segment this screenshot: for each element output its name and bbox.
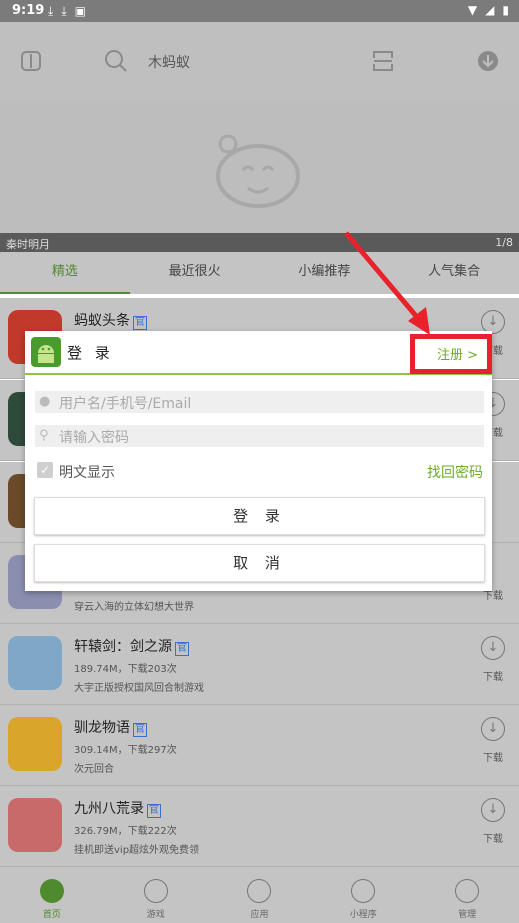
official-badge: 官 (133, 316, 147, 330)
list-item[interactable]: 驯龙物语官 309.14M，下载297次 次元回合 ↓ 下载 (0, 705, 519, 786)
wifi-icon: ▼ (467, 3, 478, 17)
nav-label: 管理 (458, 910, 477, 920)
official-badge: 官 (133, 723, 147, 737)
annotation-highlight-box (410, 334, 492, 374)
android-icon (31, 337, 61, 367)
search-icon[interactable] (104, 49, 128, 73)
banner-image[interactable] (0, 100, 519, 233)
username-placeholder: 用户名/手机号/Email (59, 396, 192, 412)
download-button-icon[interactable]: ↓ (481, 717, 505, 741)
app-title: 轩辕剑：剑之源 (74, 639, 172, 655)
app-title: 九州八荒录 (74, 801, 144, 817)
android-icon (39, 879, 64, 903)
nav-label: 游戏 (146, 910, 165, 920)
bottom-navigation: 首页 游戏 应用 小程序 管理 (0, 866, 519, 923)
status-bar: 9:19 ⤓ ⤓ ▣ ▼ ◢ ▮ (0, 0, 519, 22)
placeholder-mascot-icon (216, 134, 300, 208)
scan-icon[interactable] (372, 50, 394, 72)
leaf-icon (351, 879, 376, 903)
top-bar: 木蚂蚁 (0, 22, 519, 100)
login-button[interactable]: 登 录 (34, 497, 485, 535)
show-password-checkbox[interactable]: ✓ (37, 462, 53, 478)
download-label[interactable]: 下载 (483, 668, 503, 683)
dialog-title: 登 录 (67, 344, 114, 362)
forgot-password-link[interactable]: 找回密码 (427, 462, 483, 482)
nav-label: 小程序 (349, 910, 377, 920)
app-description: 大宇正版授权国风回合制游戏 (74, 683, 204, 694)
app-icon (8, 798, 62, 852)
list-item[interactable]: 轩辕剑：剑之源官 189.74M，下载203次 大宇正版授权国风回合制游戏 ↓ … (0, 624, 519, 705)
download-icon: ⤓ (48, 4, 54, 18)
app-description: 穿云入海的立体幻想大世界 (74, 602, 194, 613)
banner-page-indicator: 1/8 (495, 236, 513, 249)
download-icon: ⤓ (61, 4, 67, 18)
app-meta: 326.79M，下载222次 (74, 826, 177, 837)
ghost-icon (143, 879, 168, 903)
nav-home[interactable]: 首页 (0, 867, 104, 923)
a-icon: ▣ (74, 4, 86, 18)
book-icon[interactable] (20, 50, 42, 72)
app-title: 驯龙物语 (74, 720, 130, 736)
search-input[interactable]: 木蚂蚁 (148, 52, 190, 72)
app-meta: 309.14M，下载297次 (74, 745, 177, 756)
banner-caption: 秦时明月 (6, 238, 50, 251)
nav-games[interactable]: 游戏 (104, 867, 208, 923)
key-icon: ⚲ (39, 428, 49, 443)
apps-icon (247, 879, 272, 903)
app-title: 蚂蚁头条 (74, 313, 130, 329)
nav-mini-programs[interactable]: 小程序 (311, 867, 415, 923)
official-badge: 官 (175, 642, 189, 656)
nav-manage[interactable]: 管理 (415, 867, 519, 923)
tab-trending[interactable]: 最近很火 (130, 252, 260, 294)
app-icon (8, 636, 62, 690)
app-description: 挂机即送vip超炫外观免费领 (74, 845, 200, 856)
user-icon: ● (39, 394, 51, 409)
tab-featured[interactable]: 精选 (0, 252, 130, 294)
menu-icon (455, 879, 480, 903)
list-item[interactable]: 九州八荒录官 326.79M，下载222次 挂机即送vip超炫外观免费领 ↓ 下… (0, 786, 519, 867)
app-description: 次元回合 (74, 764, 114, 775)
username-field[interactable]: ● 用户名/手机号/Email (35, 391, 484, 413)
download-manager-icon[interactable] (476, 49, 500, 73)
download-label[interactable]: 下载 (483, 830, 503, 845)
status-time: 9:19 (12, 3, 45, 18)
app-meta: 189.74M，下载203次 (74, 664, 177, 675)
download-label[interactable]: 下载 (483, 749, 503, 764)
download-button-icon[interactable]: ↓ (481, 636, 505, 660)
app-icon (8, 717, 62, 771)
cancel-button[interactable]: 取 消 (34, 544, 485, 582)
official-badge: 官 (147, 804, 161, 818)
signal-icon: ◢ (485, 3, 495, 17)
nav-label: 应用 (250, 910, 269, 920)
nav-apps[interactable]: 应用 (208, 867, 312, 923)
password-field[interactable]: ⚲ 请输入密码 (35, 425, 484, 447)
battery-icon: ▮ (502, 3, 509, 17)
show-password-label[interactable]: 明文显示 (59, 462, 115, 482)
password-placeholder: 请输入密码 (59, 430, 129, 446)
download-button-icon[interactable]: ↓ (481, 798, 505, 822)
nav-label: 首页 (42, 910, 61, 920)
